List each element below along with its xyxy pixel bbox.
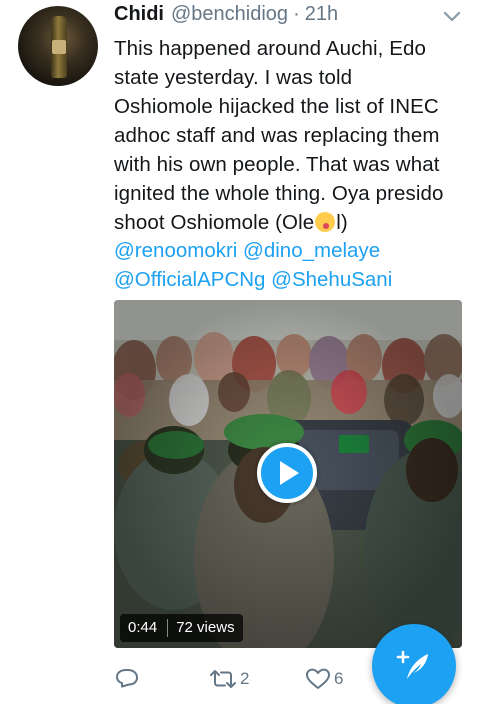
tweet-text-line: ignited the whole thing. Oya presido [114, 182, 444, 205]
tweet-text-line: shoot Oshiomole (Ole l) [114, 208, 466, 237]
retweet-button[interactable]: 2 [208, 664, 249, 694]
play-icon [280, 461, 299, 485]
tweet-header: Chidi @benchidiog · 21h [114, 3, 338, 29]
reply-icon [116, 669, 138, 688]
tweet-actions: 2 6 [114, 664, 374, 694]
header-separator: · [293, 3, 300, 25]
tweet[interactable]: Chidi @benchidiog · 21h This happened ar… [0, 0, 480, 704]
author-handle[interactable]: @benchidiog [171, 3, 288, 26]
reply-button[interactable] [114, 664, 140, 694]
tweet-text-line: This happened around Auchi, Edo [114, 37, 426, 60]
avatar-bottle-image [51, 16, 67, 78]
compose-tweet-button[interactable] [372, 624, 456, 704]
like-button[interactable]: 6 [304, 664, 343, 694]
video-views: 72 views [176, 619, 235, 636]
video-info-badge: 0:44 72 views [120, 614, 243, 642]
video-duration: 0:44 [128, 619, 158, 636]
avatar[interactable] [18, 6, 98, 86]
chevron-down-icon[interactable] [442, 10, 462, 24]
tweet-text-line: Oshiomole hijacked the list of INEC [114, 95, 439, 118]
tweet-text-fragment: shoot Oshiomole (Ole [114, 211, 315, 234]
tweet-mentions: @renoomokri @dino_melaye @OfficialAPCNg … [114, 236, 392, 294]
like-count: 6 [334, 669, 344, 688]
tweet-text-line: state yesterday. I was told [114, 66, 353, 89]
tweet-text: This happened around Auchi, Edo state ye… [114, 34, 466, 237]
compose-tweet-icon [396, 650, 428, 679]
heart-icon [306, 668, 330, 689]
video-player[interactable]: 0:44 72 views [114, 300, 462, 648]
badge-divider [167, 619, 169, 637]
retweet-icon [210, 670, 236, 688]
author-name[interactable]: Chidi [114, 3, 164, 26]
play-button[interactable] [257, 443, 317, 503]
tweet-text-line: adhoc staff and was replacing them [114, 124, 440, 147]
zany-face-emoji-icon [315, 212, 336, 232]
tweet-text-line: with his own people. That was what [114, 153, 440, 176]
mention-line[interactable]: @renoomokri @dino_melaye [114, 236, 392, 265]
retweet-count: 2 [240, 669, 250, 688]
tweet-time[interactable]: 21h [305, 3, 338, 26]
mention-line[interactable]: @OfficialAPCNg @ShehuSani [114, 265, 392, 294]
tweet-text-fragment: l) [336, 211, 348, 234]
